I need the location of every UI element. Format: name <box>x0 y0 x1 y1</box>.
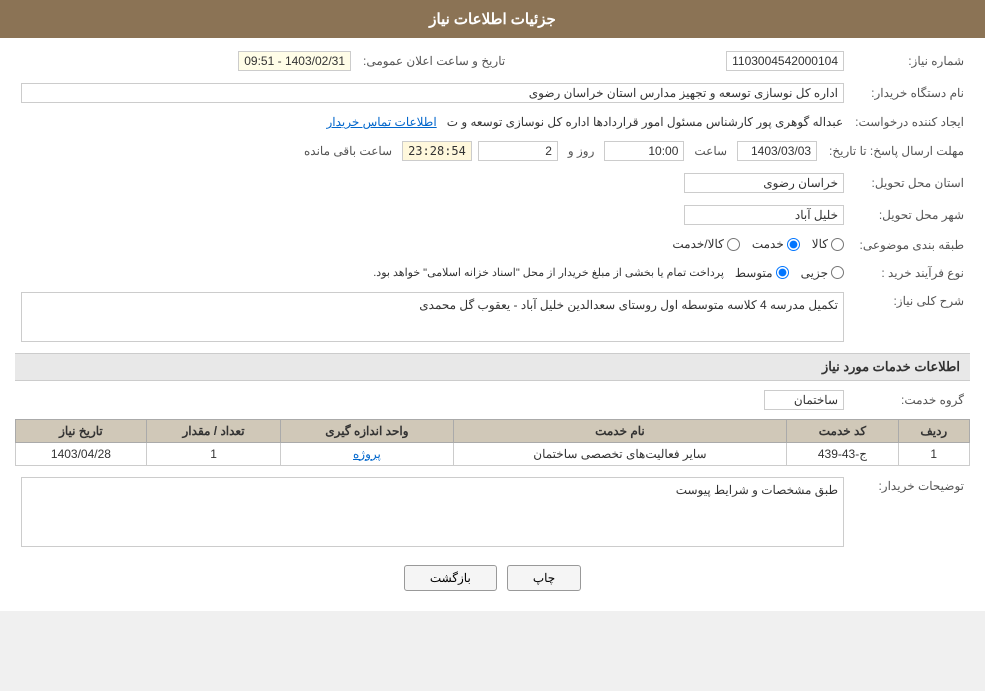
cell-quantity: 1 <box>146 442 280 465</box>
description-label: شرح کلی نیاز: <box>850 289 970 345</box>
radio-khedmat-label: خدمت <box>752 237 784 251</box>
back-button[interactable]: بازگشت <box>404 565 497 591</box>
buyer-org-label: نام دستگاه خریدار: <box>850 80 970 106</box>
deadline-label: مهلت ارسال پاسخ: تا تاریخ: <box>823 138 970 164</box>
announcement-label: تاریخ و ساعت اعلان عمومی: <box>357 48 525 74</box>
announcement-value: 1403/02/31 - 09:51 <box>238 51 351 71</box>
purchase-type-label: نوع فرآیند خرید : <box>850 263 970 283</box>
col-unit: واحد اندازه گیری <box>281 419 453 442</box>
classification-cell: کالا خدمت کالا/خدمت <box>15 234 850 257</box>
buyer-notes-label: توضیحات خریدار: <box>850 474 970 550</box>
services-section-title: اطلاعات خدمات مورد نیاز <box>15 353 970 381</box>
city-value: خلیل آباد <box>684 205 844 225</box>
buyer-notes-value: طبق مشخصات و شرایط پیوست <box>21 477 844 547</box>
city-cell: خلیل آباد <box>69 202 850 228</box>
buyer-org-cell: اداره کل نوسازی توسعه و تجهیز مدارس استا… <box>15 80 850 106</box>
radio-jozvi-input[interactable] <box>831 266 844 279</box>
col-name: نام خدمت <box>453 419 787 442</box>
buyer-org-value: اداره کل نوسازی توسعه و تجهیز مدارس استا… <box>21 83 844 103</box>
info-table-2: نام دستگاه خریدار: اداره کل نوسازی توسعه… <box>15 80 970 106</box>
radio-motavasset: متوسط <box>735 266 789 280</box>
cell-date: 1403/04/28 <box>16 442 147 465</box>
info-table-desc: شرح کلی نیاز: تکمیل مدرسه 4 کلاسه متوسطه… <box>15 289 970 345</box>
radio-kala-khedmat: کالا/خدمت <box>672 237 739 251</box>
radio-kala: کالا <box>812 237 844 251</box>
info-table-6: شهر محل تحویل: خلیل آباد <box>15 202 970 228</box>
classification-radio-group: کالا خدمت کالا/خدمت <box>672 237 844 251</box>
purchase-type-cell: جزیی متوسط پرداخت تمام یا بخشی از مبلغ خ… <box>15 263 850 283</box>
radio-khedmat-input[interactable] <box>787 238 800 251</box>
service-group-label: گروه خدمت: <box>850 387 970 413</box>
province-value: خراسان رضوی <box>684 173 844 193</box>
info-table-sg: گروه خدمت: ساختمان <box>15 387 970 413</box>
need-number-label: شماره نیاز: <box>850 48 970 74</box>
radio-kala-khedmat-input[interactable] <box>727 238 740 251</box>
service-group-cell: ساختمان <box>15 387 850 413</box>
creator-cell: عبداله گوهری پور کارشناس مسئول امور قرار… <box>15 112 849 132</box>
col-code: کد خدمت <box>787 419 898 442</box>
page-title: جزئیات اطلاعات نیاز <box>429 11 556 28</box>
creator-value: عبداله گوهری پور کارشناس مسئول امور قرار… <box>447 115 843 129</box>
deadline-remaining-label: ساعت باقی مانده <box>304 144 392 158</box>
need-number-cell: 1103004542000104 <box>525 48 850 74</box>
info-table-8: نوع فرآیند خرید : جزیی متوسط <box>15 263 970 283</box>
page-header: جزئیات اطلاعات نیاز <box>0 0 985 38</box>
deadline-remaining: 23:28:54 <box>402 141 472 161</box>
radio-jozvi-label: جزیی <box>801 266 828 280</box>
cell-row: 1 <box>898 442 969 465</box>
cell-code: ج-43-439 <box>787 442 898 465</box>
info-table-1: شماره نیاز: 1103004542000104 تاریخ و ساع… <box>15 48 970 74</box>
info-table-4: مهلت ارسال پاسخ: تا تاریخ: 1403/03/03 سا… <box>15 138 970 164</box>
col-quantity: تعداد / مقدار <box>146 419 280 442</box>
buyer-notes-cell: طبق مشخصات و شرایط پیوست <box>15 474 850 550</box>
radio-kala-khedmat-label: کالا/خدمت <box>672 237 723 251</box>
info-table-notes: توضیحات خریدار: طبق مشخصات و شرایط پیوست <box>15 474 970 550</box>
content-area: شماره نیاز: 1103004542000104 تاریخ و ساع… <box>0 38 985 611</box>
radio-kala-label: کالا <box>812 237 828 251</box>
cell-name: سایر فعالیت‌های تخصصی ساختمان <box>453 442 787 465</box>
cell-unit[interactable]: پروژه <box>281 442 453 465</box>
description-value: تکمیل مدرسه 4 کلاسه متوسطه اول روستای سع… <box>21 292 844 342</box>
need-number-value: 1103004542000104 <box>726 51 844 71</box>
description-cell: تکمیل مدرسه 4 کلاسه متوسطه اول روستای سع… <box>15 289 850 345</box>
deadline-time: 10:00 <box>604 141 684 161</box>
info-table-3: ایجاد کننده درخواست: عبداله گوهری پور کا… <box>15 112 970 132</box>
service-group-value: ساختمان <box>764 390 844 410</box>
classification-label: طبقه بندی موضوعی: <box>850 234 970 257</box>
radio-jozvi: جزیی <box>801 266 844 280</box>
print-button[interactable]: چاپ <box>507 565 581 591</box>
city-label: شهر محل تحویل: <box>850 202 970 228</box>
bottom-buttons: چاپ بازگشت <box>15 565 970 591</box>
creator-link[interactable]: اطلاعات تماس خریدار <box>326 115 436 129</box>
info-table-7: طبقه بندی موضوعی: کالا خدمت <box>15 234 970 257</box>
col-row: ردیف <box>898 419 969 442</box>
announcement-cell: 1403/02/31 - 09:51 <box>45 48 357 74</box>
table-row: 1 ج-43-439 سایر فعالیت‌های تخصصی ساختمان… <box>16 442 970 465</box>
province-label: استان محل تحویل: <box>850 170 970 196</box>
deadline-days-label: روز و <box>568 144 595 158</box>
purchase-type-radio-group: جزیی متوسط <box>735 266 844 280</box>
page-wrapper: جزئیات اطلاعات نیاز شماره نیاز: 11030045… <box>0 0 985 611</box>
deadline-date: 1403/03/03 <box>737 141 817 161</box>
services-table: ردیف کد خدمت نام خدمت واحد اندازه گیری ت… <box>15 419 970 466</box>
province-cell: خراسان رضوی <box>69 170 850 196</box>
radio-kala-input[interactable] <box>831 238 844 251</box>
radio-khedmat: خدمت <box>752 237 800 251</box>
purchase-type-note: پرداخت تمام یا بخشی از مبلغ خریدار از مح… <box>373 266 724 279</box>
col-date: تاریخ نیاز <box>16 419 147 442</box>
info-table-5: استان محل تحویل: خراسان رضوی <box>15 170 970 196</box>
deadline-days: 2 <box>478 141 558 161</box>
deadline-time-label: ساعت <box>694 144 727 158</box>
deadline-cell: 1403/03/03 ساعت 10:00 روز و 2 23:28:54 س… <box>15 138 823 164</box>
radio-motavasset-input[interactable] <box>776 266 789 279</box>
creator-label: ایجاد کننده درخواست: <box>849 112 970 132</box>
radio-motavasset-label: متوسط <box>735 266 773 280</box>
